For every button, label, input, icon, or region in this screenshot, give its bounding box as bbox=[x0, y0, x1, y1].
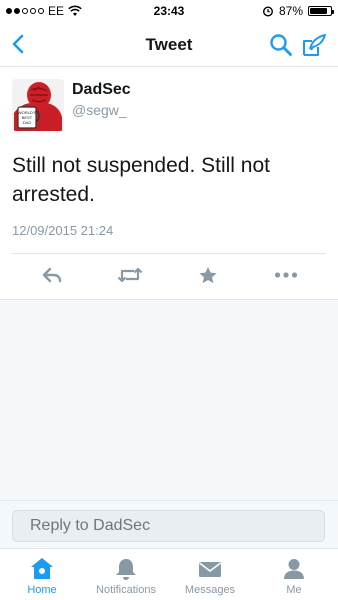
empty-content-area bbox=[0, 300, 338, 500]
more-icon bbox=[274, 272, 298, 278]
tab-home-label: Home bbox=[27, 584, 57, 596]
retweet-button[interactable] bbox=[116, 263, 144, 287]
tab-home[interactable]: Home bbox=[0, 549, 84, 600]
tweet-detail: WORLD'S BEST DAD DadSec @segw_ Still not… bbox=[0, 67, 338, 300]
favorite-icon bbox=[199, 266, 217, 283]
reply-input[interactable] bbox=[12, 510, 325, 542]
display-name[interactable]: DadSec bbox=[72, 81, 131, 99]
tweet-text: Still not suspended. Still not arrested. bbox=[12, 154, 270, 206]
avatar[interactable]: WORLD'S BEST DAD bbox=[12, 79, 64, 131]
bell-icon bbox=[116, 559, 136, 580]
mug-text-line-3: DAD bbox=[23, 120, 32, 125]
battery-icon bbox=[308, 6, 334, 16]
tab-bar: Home Notifications Messages Me bbox=[0, 548, 338, 600]
envelope-icon bbox=[199, 562, 221, 577]
tab-me[interactable]: Me bbox=[252, 549, 336, 600]
battery-percent: 87% bbox=[278, 4, 303, 18]
divider bbox=[12, 253, 326, 254]
status-bar-right: 87% bbox=[262, 4, 334, 18]
username-handle[interactable]: @segw_ bbox=[72, 102, 127, 118]
tweet-detail-screen: EE 23:43 87% Tweet WORLD'S BEST DAD DadS… bbox=[0, 0, 338, 600]
tab-messages[interactable]: Messages bbox=[168, 549, 252, 600]
navigation-bar: Tweet bbox=[0, 22, 338, 67]
more-button[interactable] bbox=[272, 263, 300, 287]
reply-bar bbox=[0, 500, 338, 548]
status-bar: EE 23:43 87% bbox=[0, 0, 338, 22]
tweet-timestamp: 12/09/2015 21:24 bbox=[12, 223, 114, 238]
reply-icon bbox=[42, 267, 62, 283]
tab-notifications-label: Notifications bbox=[96, 584, 156, 596]
avatar-image: WORLD'S BEST DAD bbox=[12, 79, 64, 131]
compose-icon[interactable] bbox=[300, 31, 328, 59]
favorite-button[interactable] bbox=[194, 263, 222, 287]
tweet-actions bbox=[0, 263, 338, 291]
search-icon[interactable] bbox=[268, 32, 294, 58]
tab-me-label: Me bbox=[286, 584, 302, 596]
alarm-icon bbox=[262, 6, 273, 17]
tab-notifications[interactable]: Notifications bbox=[84, 549, 168, 600]
retweet-icon bbox=[117, 267, 143, 283]
tab-messages-label: Messages bbox=[184, 584, 236, 596]
person-icon bbox=[284, 559, 304, 579]
home-icon bbox=[31, 558, 53, 579]
reply-button[interactable] bbox=[38, 263, 66, 287]
